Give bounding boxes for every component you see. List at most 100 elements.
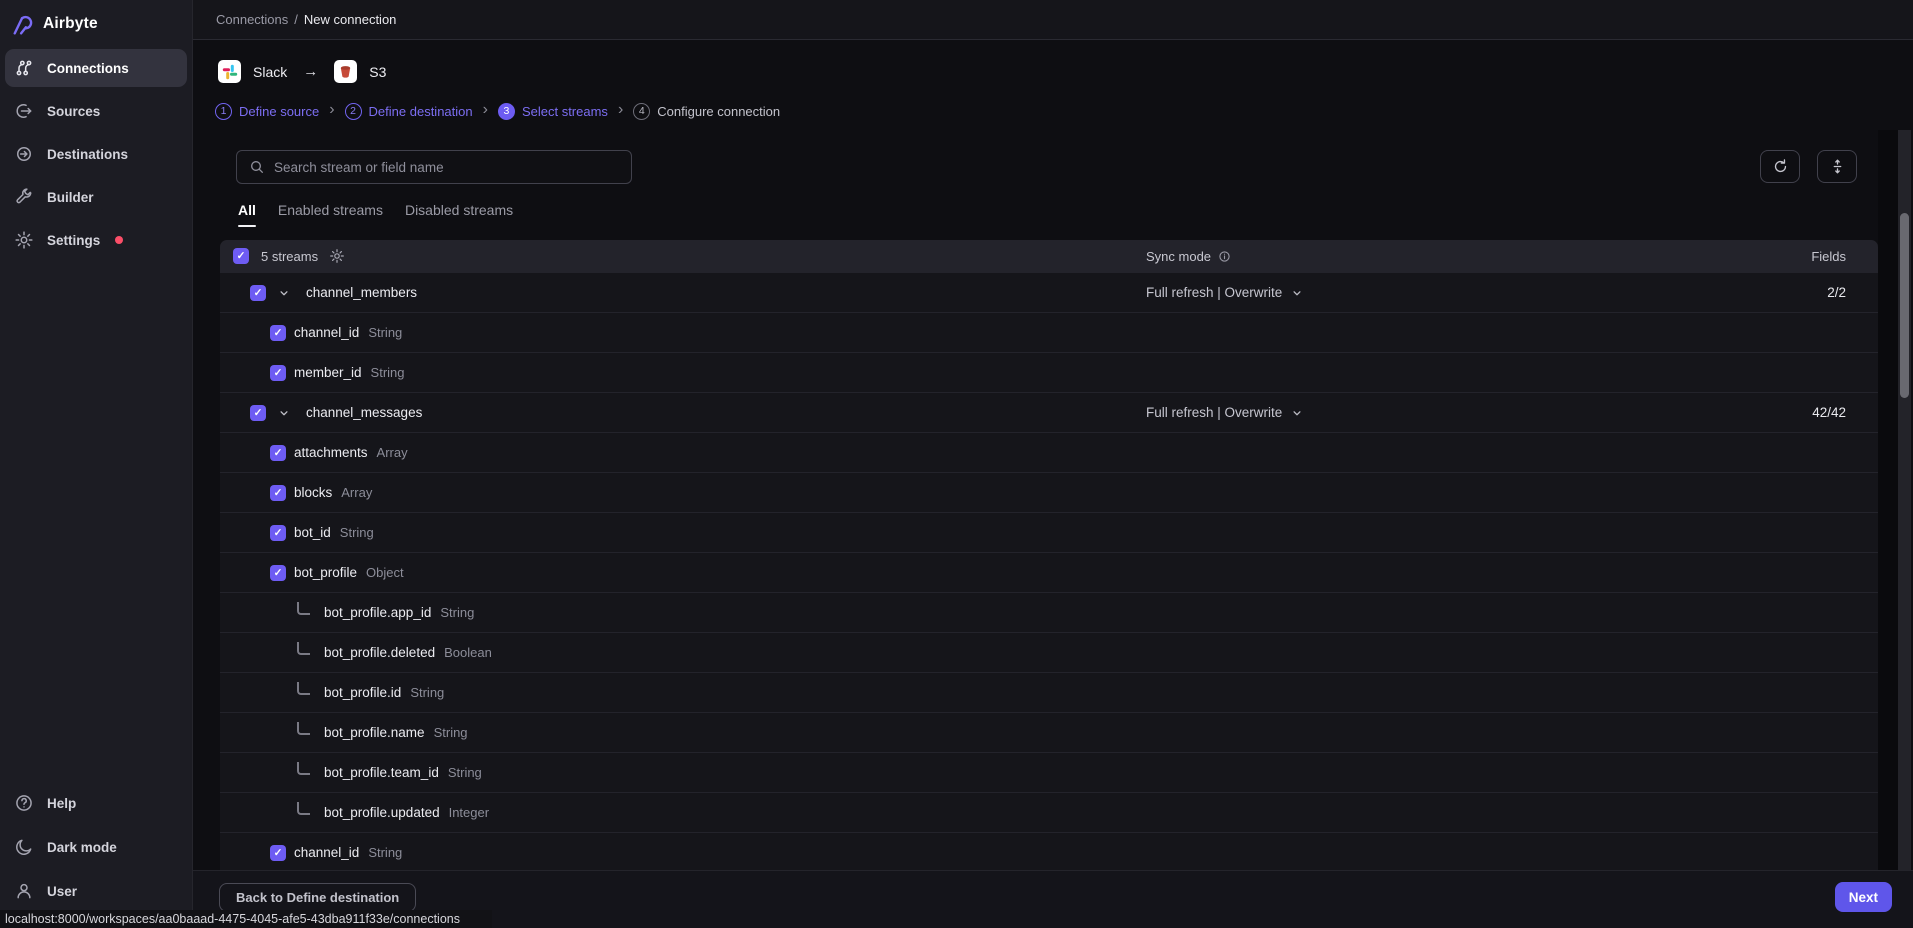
- row-checkbox[interactable]: [270, 845, 286, 861]
- row-type: String: [340, 525, 374, 540]
- step-configure-connection[interactable]: 4 Configure connection: [633, 103, 780, 120]
- destination-circle-arrow-icon: [14, 144, 34, 164]
- row-name: member_id: [294, 365, 362, 380]
- stream-row[interactable]: channel_messages Full refresh | Overwrit…: [220, 392, 1878, 432]
- step-number: 3: [498, 103, 515, 120]
- field-row[interactable]: attachments Array: [220, 432, 1878, 472]
- nested-field-connector-icon: [297, 802, 310, 815]
- sidebar-item-builder[interactable]: Builder: [5, 178, 187, 216]
- scrollbar-thumb[interactable]: [1900, 213, 1909, 398]
- sidebar-item-help[interactable]: Help: [5, 784, 187, 822]
- row-name: bot_id: [294, 525, 331, 540]
- step-define-destination[interactable]: 2 Define destination: [345, 103, 473, 120]
- row-checkbox[interactable]: [270, 325, 286, 341]
- search-input[interactable]: [274, 160, 604, 175]
- row-type: String: [371, 365, 405, 380]
- field-row[interactable]: channel_id String: [220, 312, 1878, 352]
- field-row[interactable]: bot_id String: [220, 512, 1878, 552]
- sidebar-item-destinations[interactable]: Destinations: [5, 135, 187, 173]
- sidebar-item-dark-mode[interactable]: Dark mode: [5, 828, 187, 866]
- vertical-scrollbar[interactable]: [1898, 130, 1911, 870]
- row-name: bot_profile.deleted: [324, 645, 435, 660]
- field-row[interactable]: bot_profile.name String: [220, 712, 1878, 752]
- row-left: channel_members: [220, 285, 426, 301]
- row-type: String: [434, 725, 468, 740]
- select-all-checkbox[interactable]: [233, 248, 249, 264]
- connection-title: Slack → S3: [218, 60, 386, 83]
- row-type: String: [368, 325, 402, 340]
- step-define-source[interactable]: 1 Define source: [215, 103, 319, 120]
- row-checkbox[interactable]: [250, 285, 266, 301]
- row-type: Integer: [449, 805, 489, 820]
- chevron-right-icon: ›: [618, 102, 623, 120]
- row-left: blocks Array: [220, 485, 372, 501]
- gear-icon: [14, 230, 34, 250]
- row-name: bot_profile.team_id: [324, 765, 439, 780]
- row-checkbox[interactable]: [270, 365, 286, 381]
- s3-logo-icon: [334, 60, 357, 83]
- row-left: bot_profile.updated Integer: [220, 805, 489, 820]
- row-type: Array: [377, 445, 408, 460]
- row-left: bot_profile.team_id String: [220, 765, 482, 780]
- sync-mode-select[interactable]: Full refresh | Overwrite: [1146, 285, 1304, 300]
- field-row[interactable]: member_id String: [220, 352, 1878, 392]
- sidebar-item-label: Destinations: [47, 147, 128, 162]
- field-row[interactable]: bot_profile Object: [220, 552, 1878, 592]
- field-row[interactable]: bot_profile.updated Integer: [220, 792, 1878, 832]
- airbyte-logo[interactable]: Airbyte: [0, 0, 192, 38]
- sidebar-item-label: User: [47, 884, 77, 899]
- row-left: bot_profile Object: [220, 565, 404, 581]
- sidebar-item-settings[interactable]: Settings: [5, 221, 187, 259]
- gear-icon[interactable]: [329, 248, 345, 264]
- sidebar-item-label: Builder: [47, 190, 94, 205]
- row-type: Object: [366, 565, 404, 580]
- step-select-streams[interactable]: 3 Select streams: [498, 103, 608, 120]
- breadcrumb-connections-link[interactable]: Connections: [216, 12, 288, 27]
- sidebar-item-user[interactable]: User: [5, 872, 187, 910]
- row-left: attachments Array: [220, 445, 408, 461]
- sidebar-item-label: Sources: [47, 104, 100, 119]
- chevron-right-icon: ›: [329, 102, 334, 120]
- field-row[interactable]: bot_profile.team_id String: [220, 752, 1878, 792]
- expand-collapse-all-button[interactable]: [1817, 150, 1857, 183]
- row-left: channel_id String: [220, 845, 402, 861]
- sidebar-item-label: Connections: [47, 61, 129, 76]
- question-circle-icon: [14, 793, 34, 813]
- sidebar-item-connections[interactable]: Connections: [5, 49, 187, 87]
- row-checkbox[interactable]: [270, 445, 286, 461]
- sidebar-item-sources[interactable]: Sources: [5, 92, 187, 130]
- field-row[interactable]: blocks Array: [220, 472, 1878, 512]
- nested-field-connector-icon: [297, 722, 310, 735]
- tab-disabled-streams[interactable]: Disabled streams: [405, 202, 513, 227]
- row-name: bot_profile.name: [324, 725, 425, 740]
- row-name: bot_profile: [294, 565, 357, 580]
- row-checkbox[interactable]: [270, 525, 286, 541]
- sidebar-item-label: Dark mode: [47, 840, 117, 855]
- info-icon[interactable]: [1218, 250, 1231, 263]
- back-button[interactable]: Back to Define destination: [219, 883, 416, 912]
- next-button[interactable]: Next: [1835, 882, 1892, 912]
- table-right-gutter: [1878, 130, 1898, 870]
- arrow-right-icon: →: [303, 63, 318, 80]
- chevron-down-icon[interactable]: [277, 286, 291, 300]
- field-row[interactable]: bot_profile.id String: [220, 672, 1878, 712]
- breadcrumb-bar: Connections / New connection: [193, 0, 1913, 40]
- field-row[interactable]: bot_profile.app_id String: [220, 592, 1878, 632]
- stream-row[interactable]: channel_members Full refresh | Overwrite…: [220, 272, 1878, 312]
- row-name: blocks: [294, 485, 332, 500]
- chevron-down-icon[interactable]: [277, 406, 291, 420]
- row-type: String: [410, 685, 444, 700]
- sync-mode-column-header: Sync mode: [1146, 249, 1231, 264]
- step-number: 2: [345, 103, 362, 120]
- row-checkbox[interactable]: [270, 485, 286, 501]
- tab-enabled-streams[interactable]: Enabled streams: [278, 202, 383, 227]
- row-checkbox[interactable]: [250, 405, 266, 421]
- field-row[interactable]: bot_profile.deleted Boolean: [220, 632, 1878, 672]
- sidebar-nav: Connections Sources Destinations: [5, 49, 187, 264]
- field-row[interactable]: channel_id String: [220, 832, 1878, 872]
- tab-all[interactable]: All: [238, 202, 256, 227]
- sync-mode-select[interactable]: Full refresh | Overwrite: [1146, 405, 1304, 420]
- airbyte-logo-icon: [9, 12, 34, 37]
- refresh-schema-button[interactable]: [1760, 150, 1800, 183]
- row-checkbox[interactable]: [270, 565, 286, 581]
